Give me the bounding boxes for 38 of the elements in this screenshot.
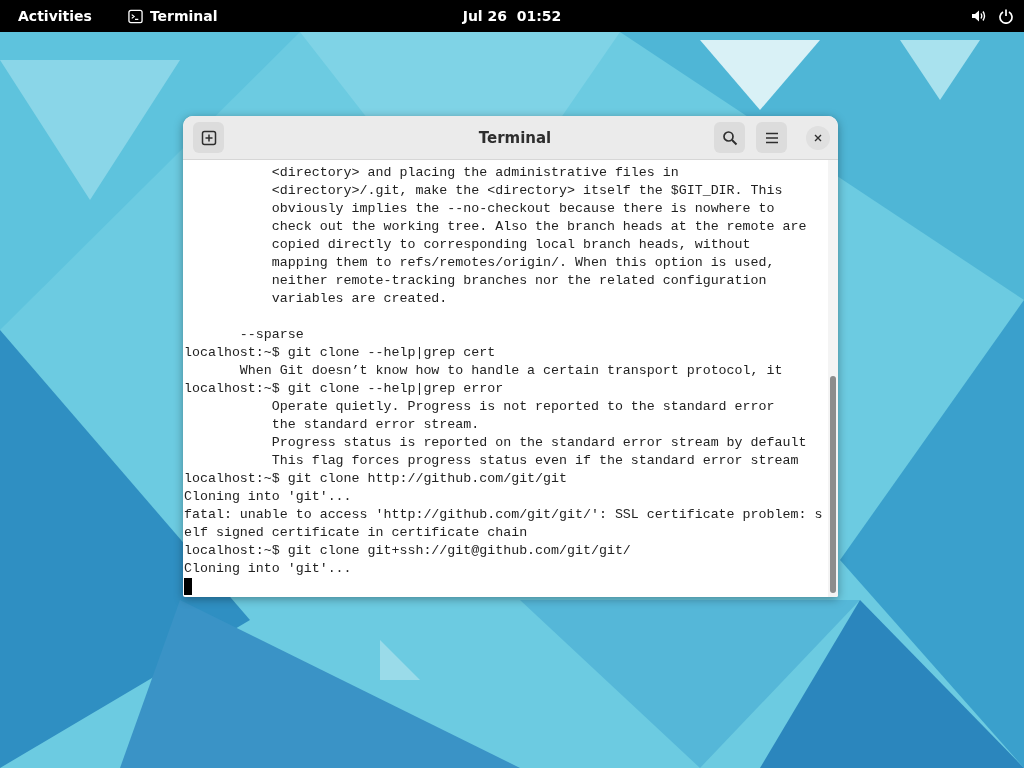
terminal-line: Cloning into 'git'...	[184, 488, 353, 506]
terminal-line: localhost:~$ git clone --help|grep error	[184, 380, 505, 398]
power-icon[interactable]	[998, 8, 1014, 24]
search-button[interactable]	[714, 122, 745, 153]
terminal-line: fatal: unable to access 'http://github.com/git/git/': SSL certificate problem: s	[184, 506, 824, 524]
scrollbar-thumb[interactable]	[830, 376, 836, 593]
terminal-line: mapping them to refs/remotes/origin/. When this option is used,	[270, 254, 776, 272]
scrollbar[interactable]	[828, 160, 838, 597]
window-title: Terminal	[477, 128, 553, 147]
app-menu-button[interactable]: Terminal	[149, 8, 218, 24]
terminal-line: <directory> and placing the administrative files in	[270, 164, 680, 182]
activities-button[interactable]: Activities	[18, 8, 92, 24]
volume-icon[interactable]	[970, 8, 986, 24]
terminal-line: localhost:~$ git clone http://github.com/git/git	[184, 470, 568, 488]
terminal-line: Operate quietly. Progress is not reported to the standard error	[270, 398, 776, 416]
new-tab-button[interactable]	[193, 122, 224, 153]
close-button[interactable]	[806, 125, 830, 150]
terminal-line: elf signed certificate in certificate chain	[184, 524, 529, 542]
terminal-line: variables are created.	[270, 290, 449, 308]
text-cursor	[184, 578, 192, 595]
terminal-line: <directory>/.git, make the <directory> itself the $GIT_DIR. This	[270, 182, 784, 200]
terminal-line: When Git doesn’t know how to handle a certain transport protocol, it	[238, 362, 784, 380]
terminal-line: Progress status is reported on the standard error stream by default	[270, 434, 808, 452]
terminal-line: copied directly to corresponding local branch heads, without	[270, 236, 752, 254]
clock-button[interactable]: Jul 26 01:52	[452, 8, 572, 24]
terminal-line: localhost:~$ git clone git+ssh://git@github.com/git/git/	[184, 542, 632, 560]
terminal-line: the standard error stream.	[270, 416, 481, 434]
terminal-line: localhost:~$ git clone --help|grep cert	[184, 344, 497, 362]
terminal-line: This flag forces progress status even if the standard error stream	[270, 452, 800, 470]
terminal-line: Cloning into 'git'...	[184, 560, 353, 578]
menu-button[interactable]	[756, 122, 787, 153]
terminal-line: check out the working tree. Also the branch heads at the remote are	[270, 218, 808, 236]
terminal-icon	[127, 8, 143, 24]
terminal-line: obviously implies the --no-checkout because there is nowhere to	[270, 200, 776, 218]
terminal-line: neither remote-tracking branches nor the related configuration	[270, 272, 768, 290]
terminal-line: --sparse	[238, 326, 305, 344]
search-icon	[721, 129, 738, 146]
plus-icon	[200, 129, 217, 146]
